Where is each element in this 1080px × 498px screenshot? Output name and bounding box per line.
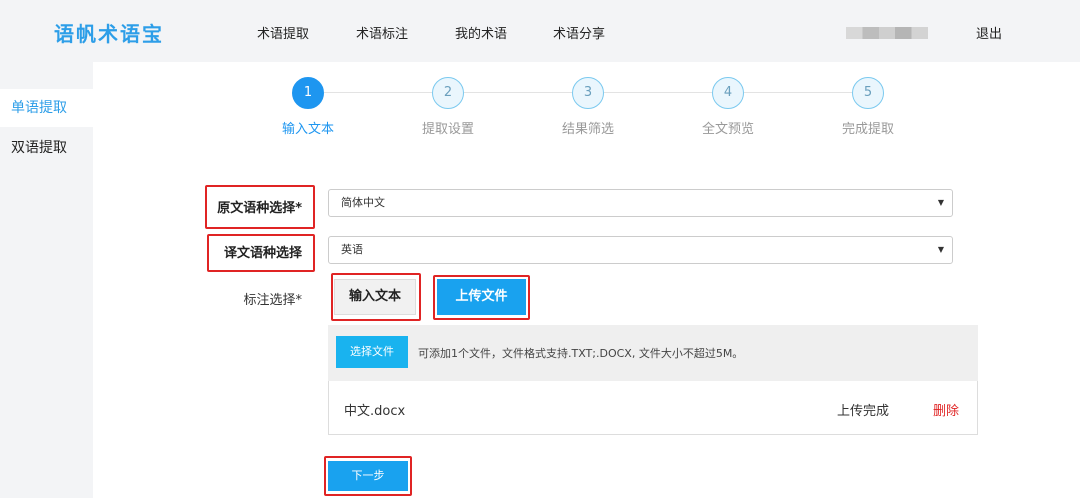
highlight-box: [331, 273, 421, 321]
app-logo[interactable]: 语帆术语宝: [54, 18, 164, 47]
logout-link[interactable]: 退出: [976, 23, 1002, 42]
annotation-choice-label: 标注选择*: [243, 293, 302, 308]
highlight-box: [324, 456, 412, 496]
step-5-label: 完成提取: [841, 122, 894, 137]
step-3-label: 结果筛选: [561, 122, 614, 137]
source-language-label: 原文语种选择*: [217, 201, 302, 216]
target-language-value: 英语: [341, 243, 363, 256]
top-header: 语帆术语宝 术语提取 术语标注 我的术语 术语分享 退出: [0, 0, 1080, 62]
choose-file-button[interactable]: 选择文件: [336, 336, 408, 368]
step-1-circle: 1: [292, 77, 324, 109]
step-1-label: 输入文本: [281, 122, 334, 137]
upload-status: 上传完成: [837, 404, 890, 419]
sidebar-item-bilingual[interactable]: 双语提取: [0, 129, 93, 167]
step-connector: [324, 92, 432, 93]
step-4-label: 全文预览: [701, 122, 754, 137]
highlight-box: [433, 275, 530, 320]
step-2-label: 提取设置: [421, 122, 474, 137]
uploaded-file-name: 中文.docx: [344, 404, 406, 419]
step-connector: [744, 92, 852, 93]
target-language-select[interactable]: 英语 ▼: [328, 236, 953, 264]
step-connector: [604, 92, 712, 93]
nav-term-annotation[interactable]: 术语标注: [356, 23, 408, 42]
user-name-redacted: [846, 27, 928, 39]
sidebar-item-monolingual[interactable]: 单语提取: [0, 89, 93, 127]
target-language-label: 译文语种选择: [223, 246, 302, 261]
step-2-circle: 2: [432, 77, 464, 109]
upload-hint: 可添加1个文件，文件格式支持.TXT;.DOCX, 文件大小不超过5M。: [418, 347, 744, 360]
source-language-select[interactable]: 简体中文 ▼: [328, 189, 953, 217]
sidebar: 单语提取 双语提取: [0, 62, 93, 498]
step-3-circle: 3: [572, 77, 604, 109]
nav-term-extraction[interactable]: 术语提取: [257, 23, 309, 42]
step-5-circle: 5: [852, 77, 884, 109]
step-4-circle: 4: [712, 77, 744, 109]
delete-file-link[interactable]: 删除: [933, 400, 959, 419]
nav-my-terms[interactable]: 我的术语: [455, 23, 507, 42]
nav-term-sharing[interactable]: 术语分享: [553, 23, 605, 42]
step-connector: [464, 92, 572, 93]
chevron-down-icon: ▼: [937, 198, 944, 207]
source-language-value: 简体中文: [341, 196, 385, 209]
chevron-down-icon: ▼: [937, 245, 944, 254]
